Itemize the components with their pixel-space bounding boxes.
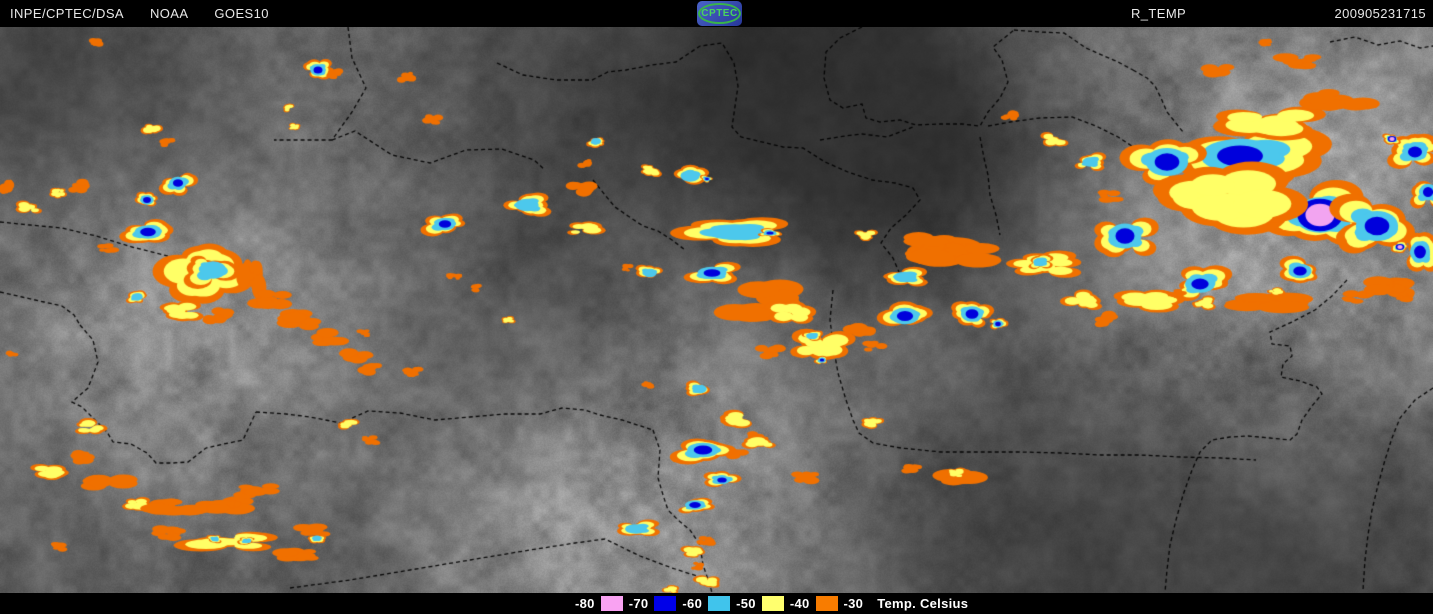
product-label: R_TEMP xyxy=(1131,6,1187,21)
legend-label--40: -40 xyxy=(789,596,810,611)
operator-label: NOAA xyxy=(149,6,189,21)
header-bar: INPE/CPTEC/DSA NOAA GOES10 CPTEC R_TEMP … xyxy=(0,0,1433,27)
cptec-logo-ellipse: CPTEC xyxy=(698,3,741,24)
satellite-image xyxy=(0,0,1433,614)
legend-swatch-cyan xyxy=(708,596,731,611)
legend-swatch-yellow xyxy=(761,596,784,611)
timestamp-label: 200905231715 xyxy=(1334,6,1426,21)
legend-label--60: -60 xyxy=(682,596,703,611)
legend-label--30: -30 xyxy=(843,596,864,611)
temperature-legend: -80 -70 -60 -50 -40 -30 Temp. Celsius xyxy=(575,596,968,611)
legend-bar: -80 -70 -60 -50 -40 -30 Temp. Celsius xyxy=(0,593,1433,614)
legend-swatch-pink xyxy=(600,596,623,611)
cptec-logo-text: CPTEC xyxy=(701,7,738,19)
satellite-label: GOES10 xyxy=(214,6,269,21)
legend-swatch-orange xyxy=(815,596,838,611)
agency-label: INPE/CPTEC/DSA xyxy=(10,6,124,21)
legend-label--70: -70 xyxy=(628,596,649,611)
cptec-logo: CPTEC xyxy=(697,1,742,26)
legend-title: Temp. Celsius xyxy=(877,596,969,611)
legend-label--50: -50 xyxy=(736,596,756,611)
satellite-viewer: INPE/CPTEC/DSA NOAA GOES10 CPTEC R_TEMP … xyxy=(0,0,1433,614)
header-left-group: INPE/CPTEC/DSA NOAA GOES10 xyxy=(10,6,269,21)
legend-label--80: -80 xyxy=(575,596,595,611)
legend-swatch-blue xyxy=(654,596,677,611)
